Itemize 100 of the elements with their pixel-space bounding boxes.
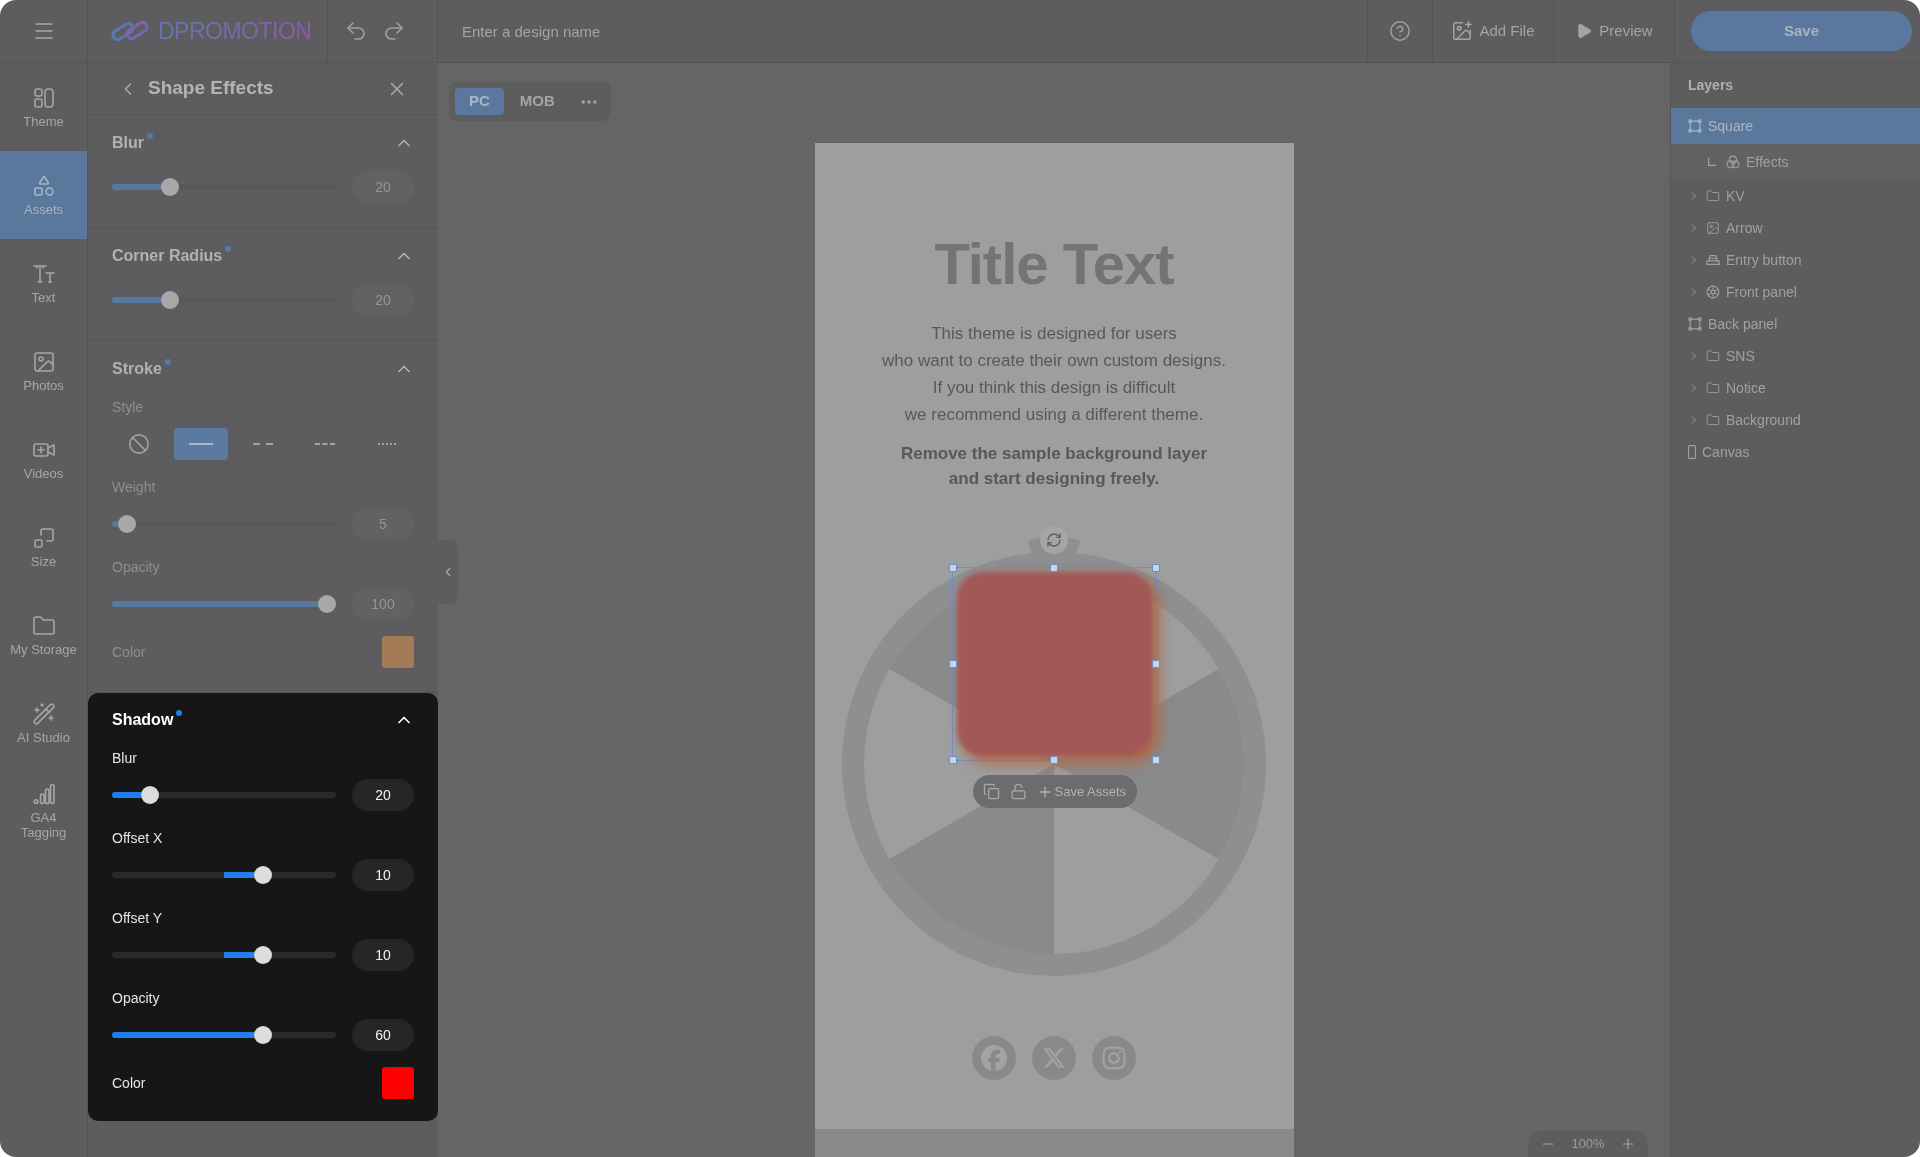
stroke-style-option[interactable] (174, 428, 228, 460)
layer-item[interactable]: Canvas (1671, 436, 1920, 468)
field-label: Offset X (112, 829, 164, 847)
logo-icon (110, 19, 150, 43)
folder-icon (1706, 381, 1720, 395)
bar-chart-icon (31, 782, 56, 806)
slider-thumb[interactable] (254, 866, 273, 884)
rotate-icon (1045, 532, 1062, 548)
folder-icon (1706, 349, 1720, 363)
sidebar-item[interactable]: Assets (0, 151, 87, 239)
resize-handle[interactable] (948, 660, 957, 668)
slider-thumb[interactable] (118, 515, 137, 533)
image-plus-icon (1451, 20, 1474, 42)
frame-icon (1688, 317, 1702, 331)
slider-fill (224, 952, 255, 958)
device-tab[interactable]: MOB (505, 88, 569, 115)
slider-track[interactable] (112, 866, 336, 884)
slider-thumb[interactable] (161, 291, 180, 309)
frame-icon (1688, 119, 1702, 133)
sidebar-item[interactable]: AI Studio (0, 679, 87, 767)
shapes-icon (31, 173, 56, 198)
layer-item[interactable]: Square (1671, 108, 1920, 144)
field-label: Offset Y (112, 909, 164, 927)
sidebar-item[interactable]: Photos (0, 327, 87, 415)
slider-track[interactable] (112, 786, 336, 804)
short-dashed-line-icon (315, 443, 335, 445)
help-icon[interactable] (1389, 20, 1411, 42)
field-label: Blur (112, 749, 138, 767)
layer-item[interactable]: KV (1671, 180, 1920, 212)
dashed-line-icon (253, 443, 273, 445)
resize-handle[interactable] (1151, 756, 1160, 764)
save-button[interactable]: Save (1691, 11, 1912, 51)
preview-button[interactable]: Preview (1575, 19, 1653, 43)
save-assets-button[interactable]: Save Assets (1036, 781, 1127, 802)
sidebar-item[interactable]: Videos (0, 415, 87, 503)
facebook-icon (972, 1036, 1016, 1080)
layer-item[interactable]: Background (1671, 404, 1920, 436)
unlock-icon[interactable] (1009, 783, 1027, 800)
sidebar-item[interactable]: My Storage (0, 591, 87, 679)
field-label: Color (112, 1074, 146, 1092)
instagram-icon (1092, 1036, 1136, 1080)
sidebar-item[interactable]: Text (0, 239, 87, 327)
slider-thumb[interactable] (140, 786, 159, 804)
image-icon (1706, 221, 1720, 235)
undo-icon[interactable] (344, 19, 368, 43)
slider-track[interactable] (112, 515, 336, 533)
x-logo-icon (1032, 1036, 1076, 1080)
sidebar-item[interactable]: GA4 Tagging (0, 767, 87, 855)
slider-track[interactable] (112, 1026, 336, 1044)
folder-icon (1706, 189, 1720, 203)
slider-thumb[interactable] (318, 595, 336, 613)
resize-handle[interactable] (1151, 660, 1160, 668)
rotate-handle[interactable] (1039, 526, 1068, 554)
resize-handle[interactable] (1151, 564, 1160, 572)
value-field[interactable]: 10 (352, 939, 414, 971)
magic-wand-icon (31, 701, 56, 726)
layer-item[interactable]: Notice (1671, 372, 1920, 404)
slider-track[interactable] (112, 178, 336, 196)
slider-track[interactable] (112, 291, 336, 309)
zoom-in-icon[interactable] (1620, 1136, 1636, 1152)
resize-handle[interactable] (1050, 756, 1058, 764)
zoom-level: 100% (1571, 1135, 1605, 1154)
section-title: Stroke (112, 359, 162, 379)
copy-icon[interactable] (982, 783, 1000, 800)
value-field[interactable]: 10 (352, 859, 414, 891)
slider-thumb[interactable] (161, 178, 180, 196)
layer-item[interactable]: Back panel (1671, 308, 1920, 340)
solid-line-icon (189, 443, 213, 445)
layout-icon (31, 85, 56, 110)
phone-frame-icon (1688, 445, 1696, 459)
layer-item[interactable]: SNS (1671, 340, 1920, 372)
resize-icon (31, 525, 56, 550)
resize-handle[interactable] (948, 756, 957, 764)
slider-thumb[interactable] (254, 1026, 273, 1044)
layer-item[interactable]: Effects (1671, 144, 1920, 180)
redo-icon[interactable] (382, 19, 406, 43)
slider-track[interactable] (112, 595, 336, 613)
layer-item[interactable]: Arrow (1671, 212, 1920, 244)
slider-fill (112, 521, 119, 527)
value-field[interactable]: 60 (352, 1019, 414, 1051)
section-title: Shadow (112, 710, 174, 730)
resize-handle[interactable] (948, 564, 957, 572)
layer-item[interactable]: Entry button (1671, 244, 1920, 276)
section-title: Corner Radius (112, 246, 223, 266)
slider-thumb[interactable] (254, 946, 273, 964)
resize-handle[interactable] (1050, 564, 1058, 572)
color-swatch[interactable] (382, 636, 414, 668)
value-field[interactable]: 20 (352, 779, 414, 811)
device-tab[interactable]: PC (455, 88, 504, 115)
design-name-field[interactable]: Enter a design name (462, 13, 882, 49)
add-file-button[interactable]: Add File (1451, 19, 1535, 43)
layer-item[interactable]: Front panel (1671, 276, 1920, 308)
folder-icon (1706, 413, 1720, 427)
slider-track[interactable] (112, 946, 336, 964)
wheel-icon (1706, 285, 1720, 299)
sidebar-item[interactable]: Theme (0, 63, 87, 151)
page-description: This theme is designed for users who want to create their own custom designs. If you think this design is difficult we recommend using a different theme. (882, 323, 1226, 426)
sidebar-item[interactable]: Size (0, 503, 87, 591)
slider-fill (112, 297, 162, 303)
color-swatch[interactable] (382, 1067, 414, 1099)
